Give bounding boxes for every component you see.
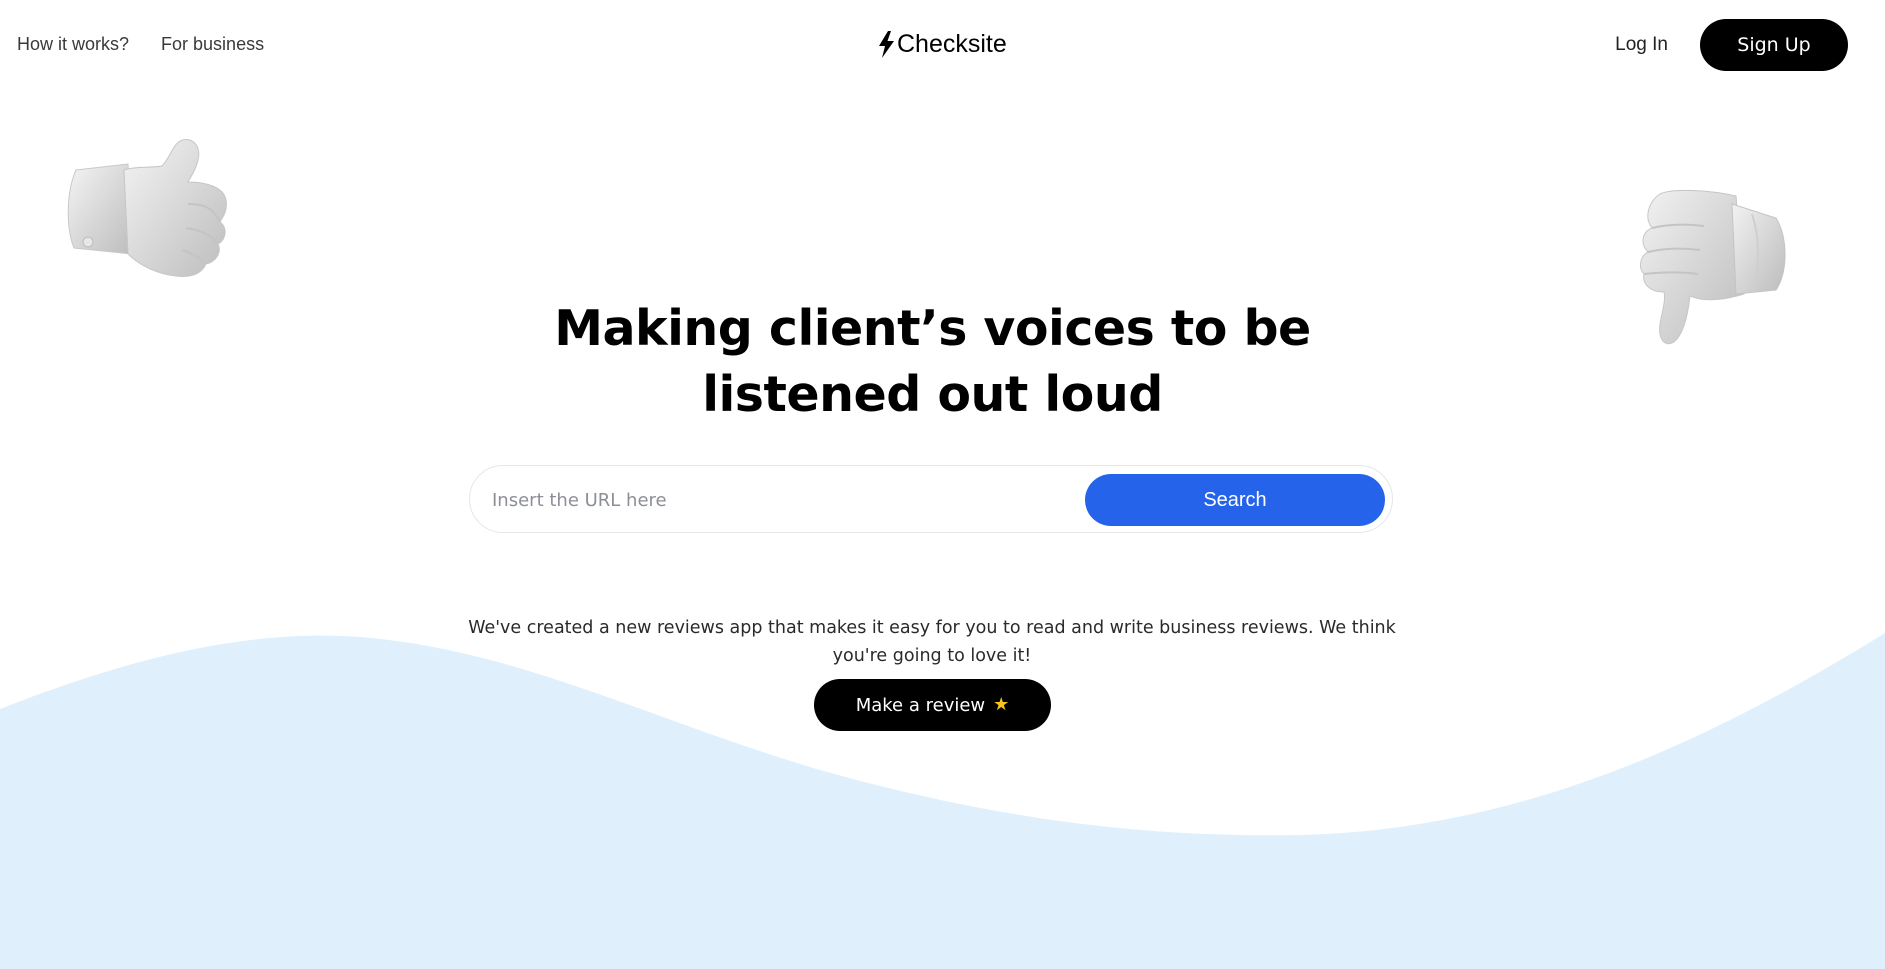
make-review-label: Make a review: [855, 694, 986, 716]
brand-logo[interactable]: Checksite: [878, 30, 1007, 59]
landing-page: How it works? For business Checksite Log…: [0, 0, 1885, 969]
login-link[interactable]: Log In: [1615, 34, 1668, 56]
thumbs-down-icon: [1640, 189, 1786, 345]
url-search-input[interactable]: [490, 480, 1074, 520]
hero-title: Making client’s voices to be listened ou…: [554, 300, 1311, 423]
thumbs-up-icon: [67, 139, 227, 277]
nav-link-how-it-works[interactable]: How it works?: [17, 34, 129, 55]
nav-link-for-business[interactable]: For business: [161, 34, 264, 55]
star-icon: ★: [993, 694, 1010, 715]
brand-name: Checksite: [897, 30, 1007, 58]
hero-description: We've created a new reviews app that mak…: [468, 618, 1396, 666]
lightning-bolt-icon: [879, 31, 894, 58]
signup-button[interactable]: Sign Up: [1700, 19, 1848, 71]
primary-nav: How it works? For business: [17, 34, 264, 55]
auth-actions: Log In Sign Up: [1615, 19, 1848, 71]
make-review-button[interactable]: Make a review ★: [814, 679, 1051, 731]
search-button[interactable]: Search: [1085, 474, 1385, 526]
url-search-form: Search: [469, 465, 1393, 533]
